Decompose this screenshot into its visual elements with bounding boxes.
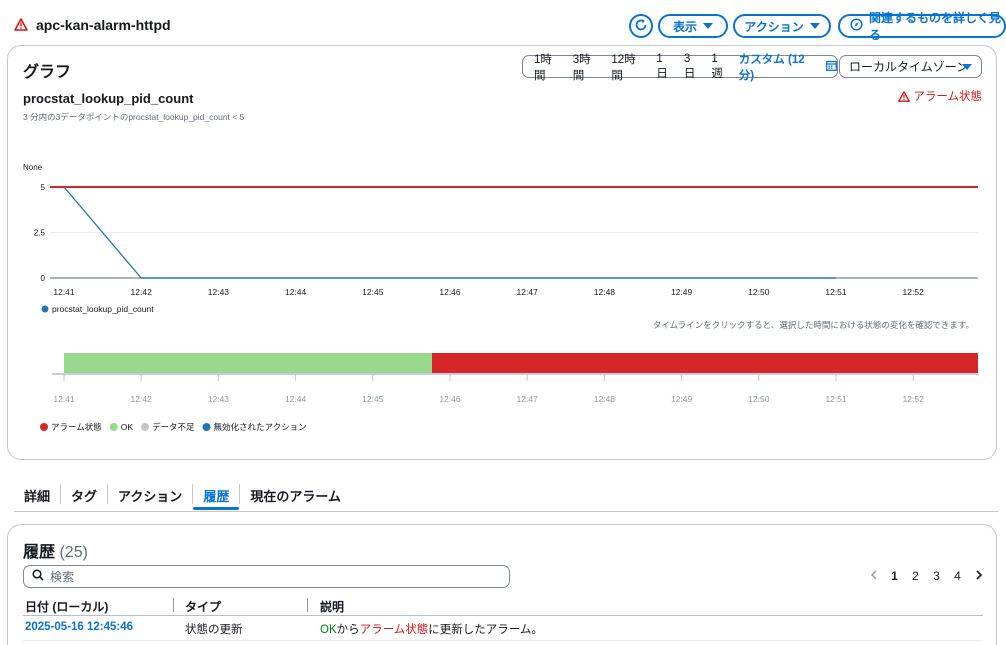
search-icon xyxy=(32,569,44,584)
history-title-text: 履歴 xyxy=(23,544,56,561)
prev-page-icon[interactable] xyxy=(863,569,884,583)
page-3[interactable]: 3 xyxy=(926,569,947,583)
legend-label: 無効化されたアクション xyxy=(214,422,307,432)
x-tick-label: 12:51 xyxy=(825,287,847,297)
actions-label: アクション xyxy=(744,19,804,34)
legend-marker xyxy=(40,423,48,431)
page-1[interactable]: 1 xyxy=(884,569,905,583)
graph-panel: グラフ 1時間 3時間 12時間 1日 3日 1週 カスタム (12分) ローカ… xyxy=(7,45,997,460)
column-divider xyxy=(173,598,174,612)
timeline-segment xyxy=(64,353,432,373)
legend-label: データ不足 xyxy=(152,422,195,432)
timeline-tick-label: 12:48 xyxy=(594,394,616,404)
tab-tags[interactable]: タグ xyxy=(61,480,107,510)
x-tick-label: 12:52 xyxy=(903,287,925,297)
timeline-tick-label: 12:43 xyxy=(208,394,230,404)
timeline-tick-label: 12:44 xyxy=(285,394,307,404)
legend-marker xyxy=(202,423,211,431)
y-tick-label: 2.5 xyxy=(34,229,46,238)
legend-label: アラーム状態 xyxy=(51,422,102,432)
caret-down-icon xyxy=(809,23,820,29)
actions-dropdown-button[interactable]: アクション xyxy=(733,14,831,38)
history-date-link[interactable]: 2025-05-16 12:45:46 xyxy=(25,621,133,633)
compass-icon xyxy=(850,18,863,34)
history-count: (25) xyxy=(59,544,88,561)
explore-related-button[interactable]: 関連するものを詳しく見る xyxy=(838,11,1006,42)
refresh-icon xyxy=(634,18,648,35)
timeline-tick-label: 12:45 xyxy=(362,394,384,404)
page-4[interactable]: 4 xyxy=(947,569,968,583)
tabs-divider xyxy=(14,511,998,512)
metric-chart[interactable]: None 0 2.5 5 12:41 12:42 12:43 12:44 12:45 12:46 1… xyxy=(8,46,996,459)
x-tick-label: 12:49 xyxy=(671,287,693,297)
x-tick-label: 12:50 xyxy=(748,287,770,297)
y-tick-label: 5 xyxy=(41,183,46,192)
legend-marker xyxy=(41,305,49,313)
refresh-button[interactable] xyxy=(629,14,653,38)
timeline-hint: タイムラインをクリックすると、選択した時間における状態の変化を確認できます。 xyxy=(653,320,974,330)
alarm-warning-icon xyxy=(14,18,28,36)
column-divider xyxy=(307,598,308,612)
legend-marker xyxy=(141,423,150,431)
timeline-tick-label: 12:51 xyxy=(825,394,847,404)
legend-marker xyxy=(109,423,118,431)
tab-current-alarms[interactable]: 現在のアラーム xyxy=(240,480,351,510)
history-type: 状態の更新 xyxy=(185,624,243,636)
timeline-tick-label: 12:46 xyxy=(439,394,461,404)
history-search-input[interactable]: 検索 xyxy=(23,565,510,588)
search-placeholder: 検索 xyxy=(50,570,75,584)
timeline-segment xyxy=(431,353,978,373)
timeline-tick-label: 12:47 xyxy=(517,394,539,404)
next-page-icon[interactable] xyxy=(968,569,989,583)
history-title: 履歴 (25) xyxy=(23,538,88,562)
x-tick-label: 12:44 xyxy=(285,287,307,297)
table-row-divider xyxy=(23,640,983,641)
page-2[interactable]: 2 xyxy=(905,569,926,583)
y-axis-label: None xyxy=(23,163,43,172)
x-tick-label: 12:45 xyxy=(362,287,384,297)
timeline-tick-label: 12:42 xyxy=(131,394,153,404)
history-panel: 履歴 (25) 検索 1 2 3 4 日付 (ローカル) タイプ 説明 2025… xyxy=(7,524,997,645)
description-text: から xyxy=(336,624,360,636)
legend-label: OK xyxy=(121,422,134,432)
tab-details[interactable]: 詳細 xyxy=(14,480,60,510)
view-label: 表示 xyxy=(672,19,697,34)
tab-actions[interactable]: アクション xyxy=(108,480,192,510)
tab-history[interactable]: 履歴 xyxy=(193,480,240,510)
table-header-divider xyxy=(23,615,983,616)
column-header-description[interactable]: 説明 xyxy=(320,598,344,615)
y-tick-label: 0 xyxy=(41,274,46,283)
view-dropdown-button[interactable]: 表示 xyxy=(658,14,728,38)
page-title: apc-kan-alarm-httpd xyxy=(36,17,171,33)
detail-tabs: 詳細 タグ アクション 履歴 現在のアラーム xyxy=(14,480,351,512)
state-alarm-text: アラーム状態 xyxy=(359,624,429,636)
history-description: OKからアラーム状態に更新したアラーム。 xyxy=(320,621,543,637)
timeline-tick-label: 12:52 xyxy=(903,394,925,404)
page-header: apc-kan-alarm-httpd 表示 アクション 関連するものを詳しく見… xyxy=(0,0,1006,48)
caret-down-icon xyxy=(703,23,713,29)
x-tick-label: 12:43 xyxy=(208,287,230,297)
x-tick-label: 12:48 xyxy=(594,287,616,297)
explore-related-label: 関連するものを詳しく見る xyxy=(869,11,1002,42)
x-tick-label: 12:42 xyxy=(131,287,153,297)
column-header-type[interactable]: タイプ xyxy=(185,598,221,615)
column-header-date[interactable]: 日付 (ローカル) xyxy=(25,598,108,615)
pagination: 1 2 3 4 xyxy=(863,569,989,583)
legend-label: procstat_lookup_pid_count xyxy=(52,304,154,314)
description-text: に更新したアラーム。 xyxy=(428,624,543,636)
timeline-tick-label: 12:41 xyxy=(53,394,75,404)
x-tick-label: 12:46 xyxy=(439,287,461,297)
timeline-tick-label: 12:50 xyxy=(748,394,770,404)
x-tick-label: 12:47 xyxy=(517,287,539,297)
timeline-tick-label: 12:49 xyxy=(671,394,693,404)
state-ok-text: OK xyxy=(320,624,337,636)
x-tick-label: 12:41 xyxy=(53,287,75,297)
